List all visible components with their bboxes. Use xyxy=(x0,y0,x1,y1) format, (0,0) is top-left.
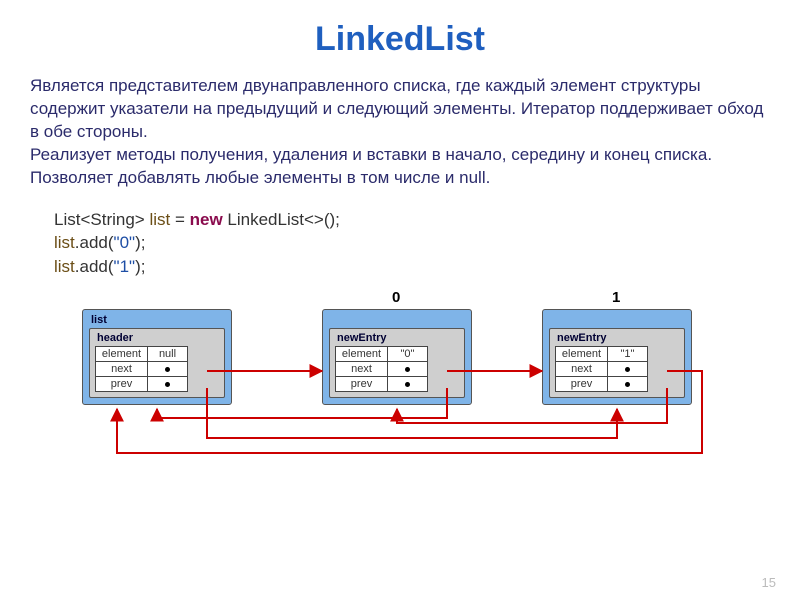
code-ident: list xyxy=(149,210,170,229)
pointer-dot xyxy=(405,382,410,387)
field-element: element xyxy=(96,347,148,362)
linkedlist-diagram: 0 1 list header elementnull next prev ne… xyxy=(22,293,762,463)
entry1-prev-val xyxy=(608,377,648,392)
entry1-fields: element"1" next prev xyxy=(555,346,648,392)
pointer-dot xyxy=(165,367,170,372)
field-prev: prev xyxy=(336,377,388,392)
entry1-element-val: "1" xyxy=(608,347,648,362)
code-ident: list xyxy=(54,233,75,252)
list-node: list header elementnull next prev xyxy=(82,309,232,405)
code-method: .add( xyxy=(75,233,114,252)
code-string: "1" xyxy=(114,257,136,276)
index-label-0: 0 xyxy=(392,289,400,306)
field-element: element xyxy=(336,347,388,362)
code-method: .add( xyxy=(75,257,114,276)
code-punct: ); xyxy=(135,257,145,276)
entry0-prev-val xyxy=(388,377,428,392)
field-prev: prev xyxy=(556,377,608,392)
entry0-next-val xyxy=(388,362,428,377)
pointer-dot xyxy=(165,382,170,387)
entry1-next-val xyxy=(608,362,648,377)
entry-box-1: newEntry element"1" next prev xyxy=(549,328,685,398)
slide-title: LinkedList xyxy=(30,20,770,59)
entry-node-1: newEntry element"1" next prev xyxy=(542,309,692,405)
entry0-fields: element"0" next prev xyxy=(335,346,428,392)
code-line-3: list.add("1"); xyxy=(54,255,770,279)
code-ident: list xyxy=(54,257,75,276)
pointer-dot xyxy=(625,367,630,372)
code-punct: = xyxy=(170,210,189,229)
header-next-val xyxy=(148,362,188,377)
code-keyword-new: new xyxy=(190,210,223,229)
page-number: 15 xyxy=(762,575,776,590)
list-label: list xyxy=(91,314,225,326)
code-string: "0" xyxy=(114,233,136,252)
description-text: Является представителем двунаправленного… xyxy=(30,75,770,190)
pointer-dot xyxy=(405,367,410,372)
code-block: List<String> list = new LinkedList<>(); … xyxy=(54,208,770,279)
header-fields: elementnull next prev xyxy=(95,346,188,392)
newentry-label: newEntry xyxy=(557,332,679,344)
field-element: element xyxy=(556,347,608,362)
pointer-dot xyxy=(625,382,630,387)
code-line-2: list.add("0"); xyxy=(54,231,770,255)
header-label: header xyxy=(97,332,219,344)
header-element-val: null xyxy=(148,347,188,362)
code-punct: ); xyxy=(135,233,145,252)
header-prev-val xyxy=(148,377,188,392)
entry0-element-val: "0" xyxy=(388,347,428,362)
code-type: List<String> xyxy=(54,210,145,229)
index-label-1: 1 xyxy=(612,289,620,306)
code-line-1: List<String> list = new LinkedList<>(); xyxy=(54,208,770,232)
field-next: next xyxy=(556,362,608,377)
field-next: next xyxy=(96,362,148,377)
header-box: header elementnull next prev xyxy=(89,328,225,398)
newentry-label: newEntry xyxy=(337,332,459,344)
entry-node-0: newEntry element"0" next prev xyxy=(322,309,472,405)
code-ctor: LinkedList<>(); xyxy=(223,210,340,229)
field-next: next xyxy=(336,362,388,377)
field-prev: prev xyxy=(96,377,148,392)
entry-box-0: newEntry element"0" next prev xyxy=(329,328,465,398)
